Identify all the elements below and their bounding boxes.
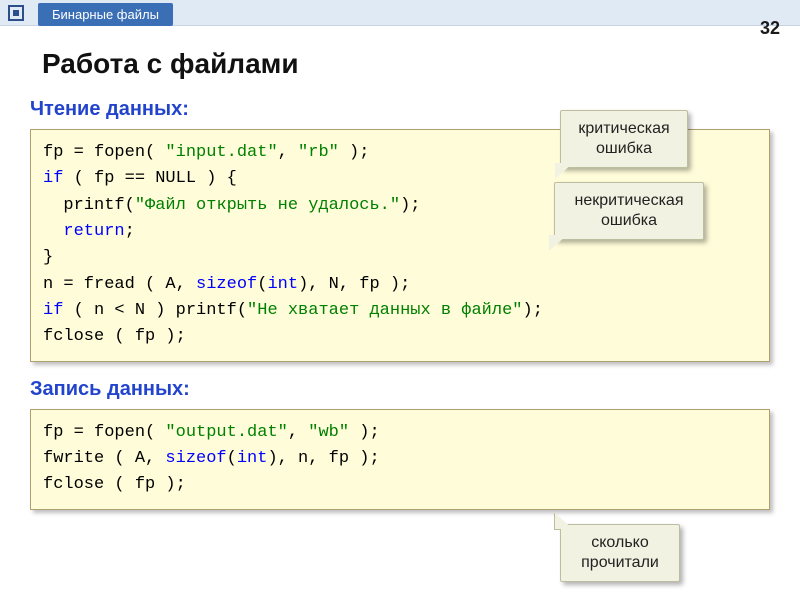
page-title: Работа с файлами <box>42 48 800 80</box>
page-number: 32 <box>760 18 780 39</box>
callout-line: прочитали <box>581 554 659 571</box>
callout-line: ошибка <box>596 140 652 157</box>
callout-tail-icon <box>555 513 573 529</box>
callout-line: некритическая <box>575 192 684 209</box>
section-heading-write: Запись данных: <box>30 378 800 401</box>
callout-line: ошибка <box>601 212 657 229</box>
callout-line: сколько <box>591 534 648 551</box>
callout-tail-icon <box>555 163 573 179</box>
callout-tail-icon <box>549 235 567 251</box>
top-bar: Бинарные файлы <box>0 0 800 26</box>
callout-critical-error: критическая ошибка <box>560 110 688 168</box>
callout-noncritical-error: некритическая ошибка <box>554 182 704 240</box>
code-block-write: fp = fopen( "output.dat", "wb" ); fwrite… <box>30 409 770 510</box>
callout-how-many-read: сколько прочитали <box>560 524 680 582</box>
slide-tab: Бинарные файлы <box>38 3 173 26</box>
callout-line: критическая <box>578 120 669 137</box>
slide-icon <box>8 5 24 21</box>
